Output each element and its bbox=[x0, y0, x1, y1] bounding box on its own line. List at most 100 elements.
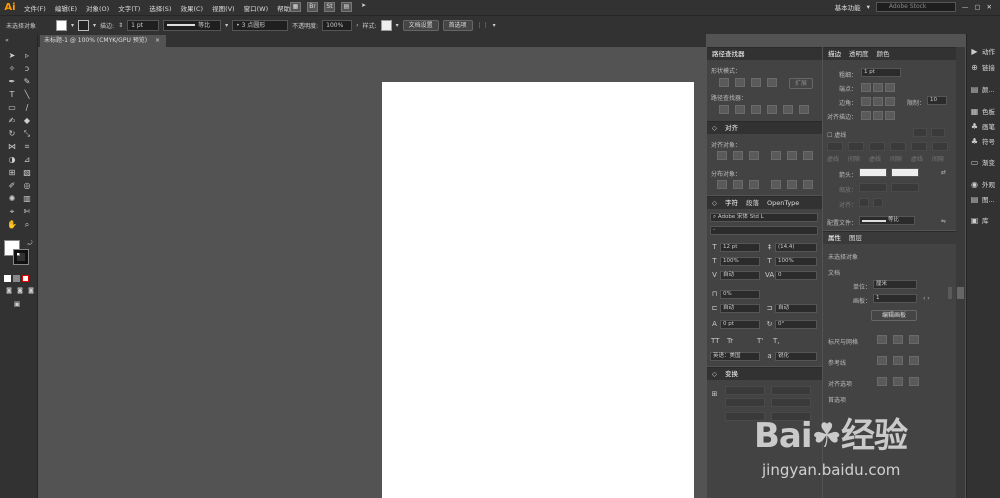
tracking-input[interactable]: 0 bbox=[775, 271, 817, 280]
exclude-icon[interactable] bbox=[767, 78, 777, 87]
artboard[interactable] bbox=[382, 82, 694, 498]
align-center-stroke-icon[interactable] bbox=[861, 111, 871, 120]
round-cap-icon[interactable] bbox=[873, 83, 883, 92]
shape-builder-icon[interactable]: ◑ bbox=[7, 155, 17, 165]
snap-grid-icon[interactable] bbox=[909, 377, 919, 386]
panel-scrollbar[interactable] bbox=[948, 287, 952, 299]
symbol-sprayer-icon[interactable]: ✺ bbox=[7, 194, 17, 204]
butt-cap-icon[interactable] bbox=[861, 83, 871, 92]
collapse-icon[interactable]: ◇ bbox=[712, 122, 717, 134]
slice-tool-icon[interactable]: ✄ bbox=[22, 207, 32, 217]
chevron-right-icon[interactable]: › bbox=[356, 22, 358, 29]
tab-opentype[interactable]: OpenType bbox=[767, 197, 799, 209]
panel-color-guide[interactable]: ▤ 颜... bbox=[970, 84, 995, 95]
panel-actions[interactable]: ▶ 动作 bbox=[970, 46, 995, 57]
small-caps-button[interactable]: Tr bbox=[727, 337, 733, 345]
stroke-weight-field[interactable]: 1 pt bbox=[861, 68, 901, 77]
chevron-down-icon[interactable]: ▾ bbox=[396, 22, 399, 29]
hand-tool-icon[interactable]: ✋ bbox=[7, 220, 17, 230]
tab-paragraph[interactable]: 段落 bbox=[746, 197, 759, 209]
collapse-icon[interactable]: « bbox=[2, 36, 12, 46]
kerning-input[interactable]: 自动 bbox=[720, 271, 760, 280]
font-size-input[interactable]: 12 pt bbox=[720, 243, 760, 252]
transform-title[interactable]: 变换 bbox=[725, 368, 738, 380]
draw-behind-icon[interactable]: ◙ bbox=[15, 286, 25, 296]
document-setup-button[interactable]: 文档设置 bbox=[402, 19, 439, 31]
distribute-vcenter-icon[interactable] bbox=[733, 180, 743, 189]
tsume-input[interactable]: 0% bbox=[720, 290, 760, 299]
character-rotation-input[interactable]: 0° bbox=[775, 320, 817, 329]
selection-tool-icon[interactable]: ➤ bbox=[7, 51, 17, 61]
stroke-weight-input[interactable]: 1 pt bbox=[127, 19, 160, 31]
panel-symbols[interactable]: ♣ 符号 bbox=[970, 136, 995, 147]
vertical-scale-input[interactable]: 100% bbox=[720, 257, 760, 266]
font-style-input[interactable]: - bbox=[710, 226, 818, 235]
scale-tool-icon[interactable]: ⤡ bbox=[22, 129, 32, 139]
artboard-dropdown[interactable]: 1 bbox=[873, 294, 917, 303]
x-input[interactable] bbox=[725, 386, 765, 395]
all-caps-button[interactable]: TT bbox=[711, 337, 719, 345]
variable-width-dropdown[interactable]: 等比 bbox=[163, 19, 222, 31]
gradient-tool-icon[interactable]: ▧ bbox=[22, 168, 32, 178]
scroll-thumb[interactable] bbox=[957, 287, 964, 299]
end-scale-input[interactable] bbox=[891, 183, 919, 192]
dash-3-input[interactable] bbox=[911, 142, 927, 151]
dash-1-input[interactable] bbox=[827, 142, 843, 151]
dash-preserve-icon[interactable] bbox=[913, 128, 927, 137]
column-graph-icon[interactable]: ▥ bbox=[22, 194, 32, 204]
align-top-icon[interactable] bbox=[771, 151, 781, 160]
eraser-icon[interactable]: ◆ bbox=[22, 116, 32, 126]
align-outside-stroke-icon[interactable] bbox=[885, 111, 895, 120]
flip-profile-icon[interactable]: ⇋ bbox=[941, 218, 946, 225]
merge-icon[interactable] bbox=[751, 105, 761, 114]
align-inside-stroke-icon[interactable] bbox=[873, 111, 883, 120]
menu-edit[interactable]: 编辑(E) bbox=[55, 3, 77, 13]
smart-guides-icon[interactable] bbox=[909, 356, 919, 365]
align-vcenter-icon[interactable] bbox=[787, 151, 797, 160]
panel-libraries[interactable]: ▣ 库 bbox=[970, 215, 989, 226]
anti-alias-dropdown[interactable]: 锐化 bbox=[775, 352, 817, 361]
aki-right-input[interactable]: 自动 bbox=[775, 304, 817, 313]
close-icon[interactable]: × bbox=[155, 37, 160, 44]
shaper-tool-icon[interactable]: ✍ bbox=[7, 116, 17, 126]
stroke-swatch[interactable] bbox=[78, 19, 90, 31]
snap-point-icon[interactable] bbox=[877, 377, 887, 386]
expand-button[interactable]: 扩展 bbox=[789, 78, 814, 89]
start-arrow-dropdown[interactable] bbox=[859, 168, 887, 177]
language-dropdown[interactable]: 英语：美国 bbox=[710, 352, 760, 361]
chevron-down-icon[interactable]: ▾ bbox=[71, 22, 74, 29]
distribute-bottom-icon[interactable] bbox=[749, 180, 759, 189]
free-transform-icon[interactable]: ⌗ bbox=[22, 142, 32, 152]
stepper-icon[interactable]: ⇕ bbox=[118, 22, 123, 29]
align-title[interactable]: 对齐 bbox=[725, 122, 738, 134]
ruler-icon[interactable] bbox=[877, 335, 887, 344]
tab-color[interactable]: 颜色 bbox=[877, 48, 890, 60]
panel-swatches[interactable]: ▦ 色板 bbox=[970, 106, 995, 117]
width-tool-icon[interactable]: ⋈ bbox=[7, 142, 17, 152]
gap-2-input[interactable] bbox=[890, 142, 906, 151]
opacity-input[interactable]: 100% bbox=[322, 19, 353, 31]
chevron-down-icon[interactable]: ▾ bbox=[93, 22, 96, 29]
rectangle-tool-icon[interactable]: ▭ bbox=[7, 103, 17, 113]
document-tab[interactable]: 未标题-1 @ 100% (CMYK/GPU 预览) × bbox=[40, 35, 166, 47]
leading-input[interactable]: (14.4) bbox=[775, 243, 817, 252]
fill-swatch[interactable] bbox=[56, 19, 67, 31]
divide-icon[interactable] bbox=[719, 105, 729, 114]
font-family-input[interactable]: ⌕ Adobe 宋体 Std L bbox=[710, 213, 818, 222]
snap-pixel-icon[interactable] bbox=[893, 377, 903, 386]
y-input[interactable] bbox=[725, 398, 765, 407]
workspace-switcher[interactable]: 基本功能 bbox=[835, 2, 861, 12]
panel-links[interactable]: ⊕ 链接 bbox=[970, 62, 995, 73]
blend-tool-icon[interactable]: ◎ bbox=[22, 181, 32, 191]
type-tool-icon[interactable]: T bbox=[7, 90, 17, 100]
panel-brushes[interactable]: ♣ 画笔 bbox=[970, 121, 995, 132]
outline-icon[interactable] bbox=[783, 105, 793, 114]
trim-icon[interactable] bbox=[735, 105, 745, 114]
distribute-left-icon[interactable] bbox=[771, 180, 781, 189]
bridge-button[interactable]: Br bbox=[307, 2, 318, 12]
show-guides-icon[interactable] bbox=[877, 356, 887, 365]
panel-gradient[interactable]: ▭ 渐变 bbox=[970, 157, 995, 168]
width-profile-dropdown[interactable]: 等比 bbox=[859, 216, 915, 225]
menu-select[interactable]: 选择(S) bbox=[149, 3, 171, 13]
paintbrush-icon[interactable]: ∕ bbox=[22, 103, 32, 113]
